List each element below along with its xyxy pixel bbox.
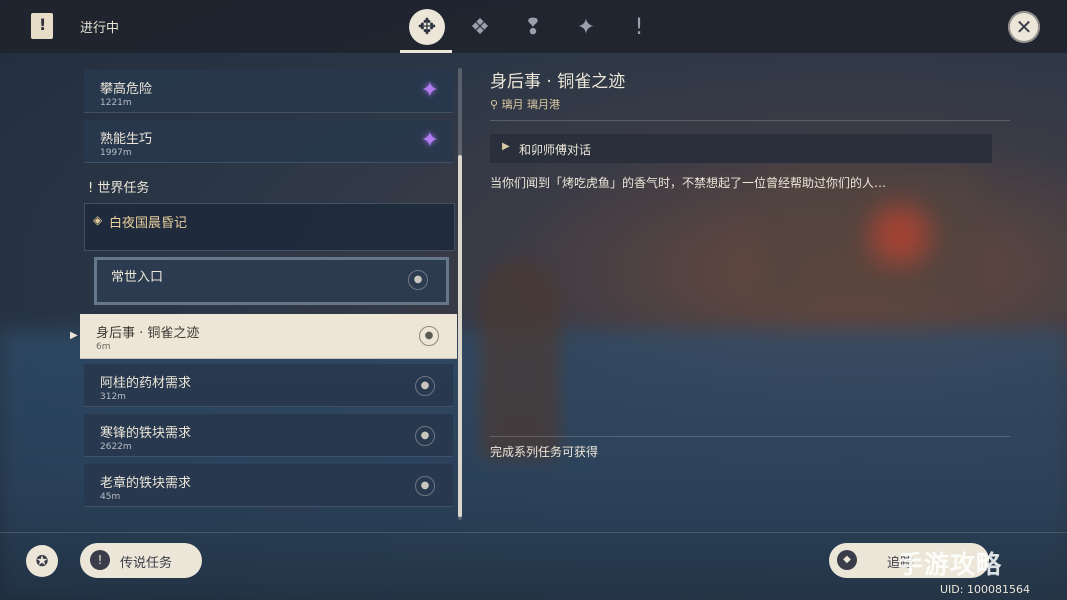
location-pin-icon: ● (415, 426, 435, 446)
tab-world-quests-alt[interactable]: ❢ (515, 9, 551, 45)
selection-arrow-icon: ▶ (70, 330, 78, 341)
top-bar: 进行中 ✥ ❖ ❢ ✦ ! ✕ (0, 0, 1067, 53)
settings-badge-icon: ✪ (35, 552, 49, 570)
reward-label: 完成系列任务可获得 (490, 445, 599, 459)
quest-group-name: 白夜国晨昏记 (109, 216, 188, 231)
quest-item-sub[interactable]: 常世入口 ● (94, 257, 449, 305)
watermark: 手游攻略 (898, 550, 1003, 579)
quest-group-header[interactable]: ◈ 白夜国晨昏记 (84, 203, 455, 251)
archon-quest-icon: ✥ (417, 14, 437, 40)
divider (490, 436, 1010, 437)
world-quest-diamond-icon: ❢ (523, 14, 543, 40)
tab-world-quests[interactable]: ! (621, 9, 657, 45)
close-button[interactable]: ✕ (1008, 11, 1040, 43)
quest-name: 攀高危险 (100, 82, 153, 97)
quest-distance: 312m (100, 392, 126, 402)
quest-list[interactable]: 攀高危险 1221m ✦ 熟能生巧 1997m ✦ ! 世界任务 ◈ 白夜国晨昏… (80, 53, 458, 520)
tab-commissions[interactable]: ✦ (568, 9, 604, 45)
tab-archon-quests[interactable]: ✥ (409, 9, 445, 45)
location-pin-icon: ⚲ (490, 98, 499, 111)
quest-name: 身后事 · 铜雀之迹 (96, 326, 200, 341)
quest-name: 寒锋的铁块需求 (100, 426, 192, 441)
quest-name: 老章的铁块需求 (100, 476, 192, 491)
list-scrollbar-thumb[interactable] (458, 155, 462, 517)
legend-quest-label: 传说任务 (120, 556, 173, 571)
uid-label: UID: 100081564 (940, 583, 1030, 596)
tab-story-quests[interactable]: ❖ (462, 9, 498, 45)
quest-item-agui[interactable]: 阿桂的药材需求 312m ● (84, 364, 453, 407)
quest-item-practice[interactable]: 熟能生巧 1997m ✦ (84, 120, 453, 163)
divider (490, 120, 1010, 121)
quest-name: 熟能生巧 (100, 132, 153, 147)
commission-quest-icon: ✦ (576, 14, 596, 40)
background-fire (870, 205, 930, 265)
world-quest-section-header: ! 世界任务 (88, 177, 149, 196)
quest-description: 当你们闻到「烤吃虎鱼」的香气时，不禁想起了一位曾经帮助过你们的人… (490, 176, 887, 190)
location-pin-icon: ● (408, 270, 428, 290)
quest-settings-button[interactable]: ✪ (26, 545, 58, 577)
legend-quest-icon: ! (90, 550, 110, 570)
track-icon: ◆ (837, 550, 857, 570)
commission-star-icon: ✦ (420, 128, 439, 153)
quest-distance: 1997m (100, 148, 132, 158)
commission-star-icon: ✦ (420, 78, 439, 103)
close-icon: ✕ (1015, 15, 1033, 39)
quest-location-label: 璃月 璃月港 (501, 98, 561, 111)
world-quest-icon: ! (88, 181, 94, 196)
location-pin-icon: ● (419, 326, 439, 346)
quest-name: 常世入口 (111, 270, 164, 285)
objective-arrow-icon: ▶ (502, 141, 510, 152)
quest-objective: ▶ 和卯师傅对话 (490, 134, 992, 163)
quest-item-laozhang[interactable]: 老章的铁块需求 45m ● (84, 464, 453, 507)
location-pin-icon: ● (415, 476, 435, 496)
quest-detail-title: 身后事 · 铜雀之迹 (490, 72, 626, 92)
world-quest-icon: ! (634, 14, 644, 40)
section-label: 世界任务 (97, 181, 150, 196)
quest-location: ⚲ 璃月 璃月港 (490, 96, 560, 112)
story-quest-icon: ❖ (470, 14, 490, 40)
quest-item-hanfeng[interactable]: 寒锋的铁块需求 2622m ● (84, 414, 453, 457)
quest-distance: 45m (100, 492, 121, 502)
quest-item-selected[interactable]: 身后事 · 铜雀之迹 6m ● (80, 314, 457, 359)
location-pin-icon: ● (415, 376, 435, 396)
objective-text: 和卯师傅对话 (519, 143, 592, 157)
quest-distance: 1221m (100, 98, 132, 108)
background-character (480, 260, 560, 460)
quest-distance: 2622m (100, 442, 132, 452)
page-title: 进行中 (80, 21, 120, 36)
quest-series-icon: ◈ (93, 213, 103, 227)
quest-item-climb[interactable]: 攀高危险 1221m ✦ (84, 70, 453, 113)
legend-quest-button[interactable]: ! 传说任务 (80, 543, 202, 578)
quest-name: 阿桂的药材需求 (100, 376, 192, 391)
quest-book-icon (31, 13, 53, 39)
quest-distance: 6m (96, 342, 111, 352)
divider (0, 532, 1067, 533)
